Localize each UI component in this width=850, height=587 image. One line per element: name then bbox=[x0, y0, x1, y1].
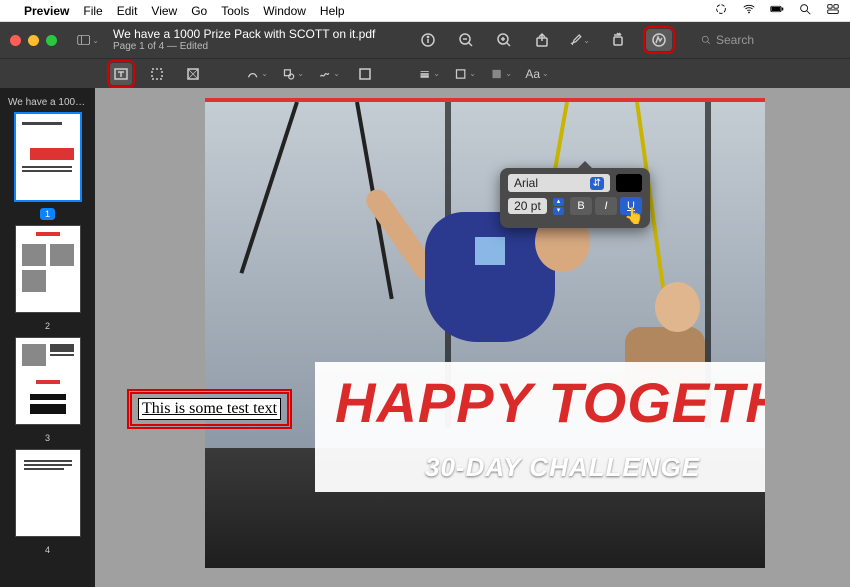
sign-button[interactable]: ⌄ bbox=[318, 63, 340, 85]
search-placeholder: Search bbox=[716, 33, 754, 47]
wifi-icon[interactable] bbox=[742, 2, 756, 19]
highlight-button[interactable]: ⌄ bbox=[570, 30, 590, 50]
annotation-textbox-highlight: This is some test text bbox=[130, 392, 289, 426]
minimize-window-button[interactable] bbox=[28, 35, 39, 46]
hero-photo bbox=[205, 102, 765, 568]
italic-button[interactable]: I bbox=[595, 197, 617, 215]
thumbnail-page-4[interactable]: 4 bbox=[6, 450, 89, 558]
sidebar-toggle-button[interactable]: ⌄ bbox=[77, 29, 99, 51]
dropdown-stepper-icon: ⇵ bbox=[590, 177, 604, 190]
menu-file[interactable]: File bbox=[83, 4, 102, 18]
font-size-field[interactable]: 20 pt bbox=[508, 198, 547, 214]
text-style-popover: Arial ⇵ 20 pt ▴▾ B I U 👆 bbox=[500, 168, 650, 228]
share-button[interactable] bbox=[532, 30, 552, 50]
markup-toolbar: ⌄ ⌄ ⌄ ⌄ ⌄ ⌄ Aa⌄ bbox=[0, 58, 850, 88]
thumbnail-number: 2 bbox=[40, 320, 55, 332]
info-button[interactable] bbox=[418, 30, 438, 50]
menu-window[interactable]: Window bbox=[263, 4, 306, 18]
menu-tools[interactable]: Tools bbox=[221, 4, 249, 18]
text-color-swatch[interactable] bbox=[616, 174, 642, 192]
annotation-textbox[interactable]: This is some test text bbox=[138, 398, 281, 420]
zoom-out-button[interactable] bbox=[456, 30, 476, 50]
zoom-window-button[interactable] bbox=[46, 35, 57, 46]
search-icon[interactable] bbox=[798, 2, 812, 19]
title-bar: ⌄ We have a 1000 Prize Pack with SCOTT o… bbox=[0, 22, 850, 58]
headline-text: HAPPY TOGETHER bbox=[335, 370, 765, 435]
fill-color-button[interactable]: ⌄ bbox=[490, 63, 512, 85]
thumbnail-number: 4 bbox=[40, 544, 55, 556]
markup-toolbar-button[interactable] bbox=[646, 29, 672, 51]
cursor-pointer-icon: 👆 bbox=[624, 206, 644, 226]
document-canvas[interactable]: HAPPY TOGETHER 30-DAY CHALLENGE This is … bbox=[95, 88, 850, 587]
border-color-button[interactable]: ⌄ bbox=[454, 63, 476, 85]
menu-view[interactable]: View bbox=[151, 4, 177, 18]
text-selection-handle[interactable] bbox=[475, 237, 505, 265]
shapes-button[interactable]: ⌄ bbox=[282, 63, 304, 85]
document-subtitle: Page 1 of 4 — Edited bbox=[113, 41, 375, 52]
preview-window: ⌄ We have a 1000 Prize Pack with SCOTT o… bbox=[0, 22, 850, 587]
text-tool-button[interactable] bbox=[110, 63, 132, 85]
thumbnail-page-1[interactable]: 1 bbox=[6, 114, 89, 222]
sketch-button[interactable]: ⌄ bbox=[246, 63, 268, 85]
search-field[interactable]: Search bbox=[700, 33, 840, 47]
bold-button[interactable]: B bbox=[570, 197, 592, 215]
app-name[interactable]: Preview bbox=[24, 4, 69, 18]
macos-menu-bar: Preview File Edit View Go Tools Window H… bbox=[0, 0, 850, 22]
sidebar-title: We have a 100… bbox=[6, 94, 89, 114]
menu-edit[interactable]: Edit bbox=[117, 4, 138, 18]
rotate-button[interactable] bbox=[608, 30, 628, 50]
battery-icon[interactable] bbox=[770, 2, 784, 19]
text-style-button[interactable]: Aa⌄ bbox=[526, 63, 548, 85]
close-window-button[interactable] bbox=[10, 35, 21, 46]
document-title: We have a 1000 Prize Pack with SCOTT on … bbox=[113, 28, 375, 41]
note-button[interactable] bbox=[354, 63, 376, 85]
zoom-in-button[interactable] bbox=[494, 30, 514, 50]
status-loading-icon bbox=[714, 2, 728, 19]
instant-alpha-button[interactable] bbox=[182, 63, 204, 85]
control-center-icon[interactable] bbox=[826, 2, 840, 19]
selection-tool-button[interactable] bbox=[146, 63, 168, 85]
font-family-value: Arial bbox=[514, 176, 538, 190]
menu-go[interactable]: Go bbox=[191, 4, 207, 18]
thumbnail-page-2[interactable]: 2 bbox=[6, 226, 89, 334]
subhead-text: 30-DAY CHALLENGE bbox=[425, 452, 700, 483]
document-page: HAPPY TOGETHER 30-DAY CHALLENGE bbox=[205, 98, 765, 568]
font-family-dropdown[interactable]: Arial ⇵ bbox=[508, 174, 610, 192]
thumbnail-sidebar: We have a 100… 1 2 bbox=[0, 88, 95, 587]
thumbnail-number: 1 bbox=[40, 208, 55, 220]
window-controls bbox=[10, 35, 57, 46]
thumbnail-number: 3 bbox=[40, 432, 55, 444]
thumbnail-page-3[interactable]: 3 bbox=[6, 338, 89, 446]
menu-help[interactable]: Help bbox=[320, 4, 345, 18]
font-size-stepper[interactable]: ▴▾ bbox=[553, 198, 564, 215]
border-style-button[interactable]: ⌄ bbox=[418, 63, 440, 85]
